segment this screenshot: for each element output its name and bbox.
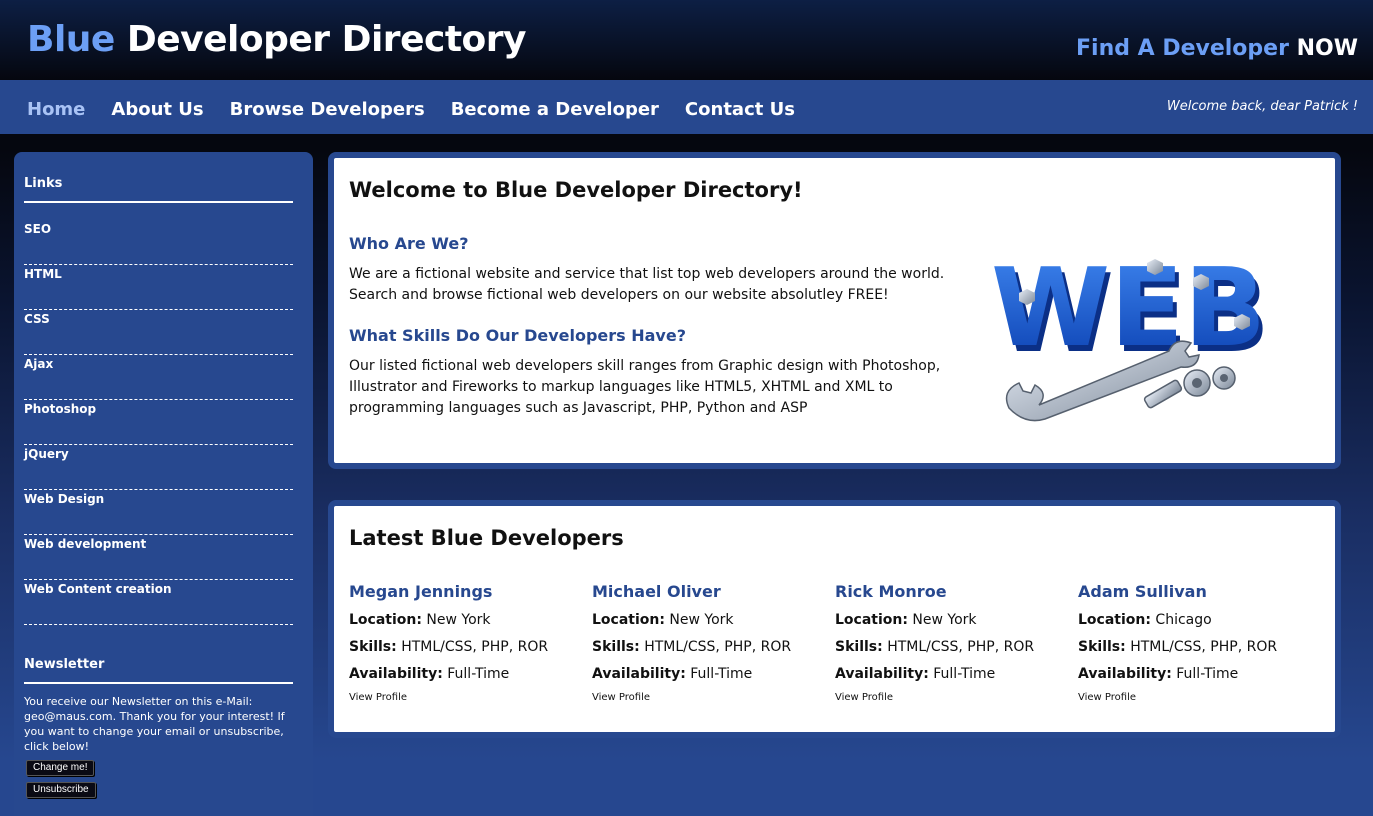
developer-name[interactable]: Rick Monroe [835,582,1065,601]
sidebar-link-seo[interactable]: SEO [24,220,293,265]
nav-home[interactable]: Home [27,99,85,120]
view-profile-link[interactable]: View Profile [592,692,822,703]
unsubscribe-button[interactable]: Unsubscribe [26,782,96,798]
availability-label: Availability: [1078,666,1172,682]
availability-value: Full-Time [1176,666,1239,682]
developer-name[interactable]: Adam Sullivan [1078,582,1308,601]
developer-card: Megan Jennings Location: New York Skills… [349,582,579,703]
newsletter-heading: Newsletter [24,657,293,684]
skills-label: Skills: [592,639,640,655]
nav-about-us[interactable]: About Us [111,99,203,120]
who-are-we-text: We are a fictional website and service t… [349,266,945,303]
developer-card: Adam Sullivan Location: Chicago Skills: … [1078,582,1308,703]
location-label: Location: [1078,612,1151,628]
developer-location: Location: New York [592,612,822,628]
location-value: Chicago [1155,612,1212,628]
find-developer-tagline: Find A Developer NOW [1076,36,1358,61]
sidebar-link-html[interactable]: HTML [24,265,293,310]
sidebar-links: SEO HTML CSS Ajax Photoshop jQuery Web D… [24,220,293,625]
developer-skills: Skills: HTML/CSS, PHP, ROR [592,639,822,655]
view-profile-link[interactable]: View Profile [349,692,579,703]
nav-contact-us[interactable]: Contact Us [685,99,795,120]
sidebar: Links SEO HTML CSS Ajax Photoshop jQuery… [14,152,313,816]
nav-browse-developers[interactable]: Browse Developers [230,99,425,120]
logo-rest: Developer Directory [114,19,527,60]
sidebar-link-ajax[interactable]: Ajax [24,355,293,400]
nav-become-developer[interactable]: Become a Developer [451,99,659,120]
skills-label: Skills: [835,639,883,655]
developer-availability: Availability: Full-Time [349,666,579,682]
web-wrench-graphic: WEB WEB [991,246,1270,422]
developer-name[interactable]: Megan Jennings [349,582,579,601]
developer-skills: Skills: HTML/CSS, PHP, ROR [1078,639,1308,655]
sidebar-link-css[interactable]: CSS [24,310,293,355]
skills-value: HTML/CSS, PHP, ROR [1130,639,1278,655]
developer-availability: Availability: Full-Time [1078,666,1308,682]
sidebar-link-jquery[interactable]: jQuery [24,445,293,490]
newsletter-text: You receive our Newsletter on this e-Mai… [24,695,285,753]
skills-label: Skills: [349,639,397,655]
site-logo[interactable]: Blue Developer Directory [27,19,526,60]
availability-value: Full-Time [447,666,510,682]
find-now: NOW [1296,36,1358,61]
skills-text: Our listed fictional web developers skil… [349,358,941,416]
skills-value: HTML/CSS, PHP, ROR [644,639,792,655]
skills-value: HTML/CSS, PHP, ROR [887,639,1035,655]
sidebar-link-web-development[interactable]: Web development [24,535,293,580]
availability-label: Availability: [835,666,929,682]
developer-card: Rick Monroe Location: New York Skills: H… [835,582,1065,703]
availability-value: Full-Time [933,666,996,682]
developer-skills: Skills: HTML/CSS, PHP, ROR [349,639,579,655]
developer-location: Location: Chicago [1078,612,1308,628]
latest-developers-title: Latest Blue Developers [349,526,624,550]
location-label: Location: [592,612,665,628]
find-text: Find A Developer [1076,36,1297,61]
sidebar-link-web-content[interactable]: Web Content creation [24,580,293,625]
welcome-panel: Welcome to Blue Developer Directory! Who… [328,152,1341,469]
who-are-we-heading: Who Are We? [349,234,469,253]
location-value: New York [669,612,734,628]
skills-value: HTML/CSS, PHP, ROR [401,639,549,655]
location-value: New York [426,612,491,628]
developer-location: Location: New York [349,612,579,628]
logo-blue-word: Blue [27,19,115,60]
skills-label: Skills: [1078,639,1126,655]
view-profile-link[interactable]: View Profile [835,692,1065,703]
latest-developers-panel: Latest Blue Developers Megan Jennings Lo… [328,500,1341,738]
sidebar-link-photoshop[interactable]: Photoshop [24,400,293,445]
welcome-back-message: Welcome back, dear Patrick ! [1166,99,1358,114]
view-profile-link[interactable]: View Profile [1078,692,1308,703]
location-label: Location: [835,612,908,628]
sidebar-link-web-design[interactable]: Web Design [24,490,293,535]
developer-name[interactable]: Michael Oliver [592,582,822,601]
developer-card: Michael Oliver Location: New York Skills… [592,582,822,703]
site-header: Blue Developer Directory Find A Develope… [0,0,1373,80]
links-heading: Links [24,176,293,203]
web-letters: WEB [991,246,1266,371]
developer-skills: Skills: HTML/CSS, PHP, ROR [835,639,1065,655]
availability-label: Availability: [592,666,686,682]
developer-location: Location: New York [835,612,1065,628]
developer-availability: Availability: Full-Time [835,666,1065,682]
developer-availability: Availability: Full-Time [592,666,822,682]
location-value: New York [912,612,977,628]
welcome-title: Welcome to Blue Developer Directory! [349,178,803,202]
main-nav: Home About Us Browse Developers Become a… [0,80,1373,134]
change-email-button[interactable]: Change me! [26,760,95,776]
availability-label: Availability: [349,666,443,682]
availability-value: Full-Time [690,666,753,682]
location-label: Location: [349,612,422,628]
skills-heading: What Skills Do Our Developers Have? [349,326,686,345]
bolt-icon [1143,379,1183,409]
